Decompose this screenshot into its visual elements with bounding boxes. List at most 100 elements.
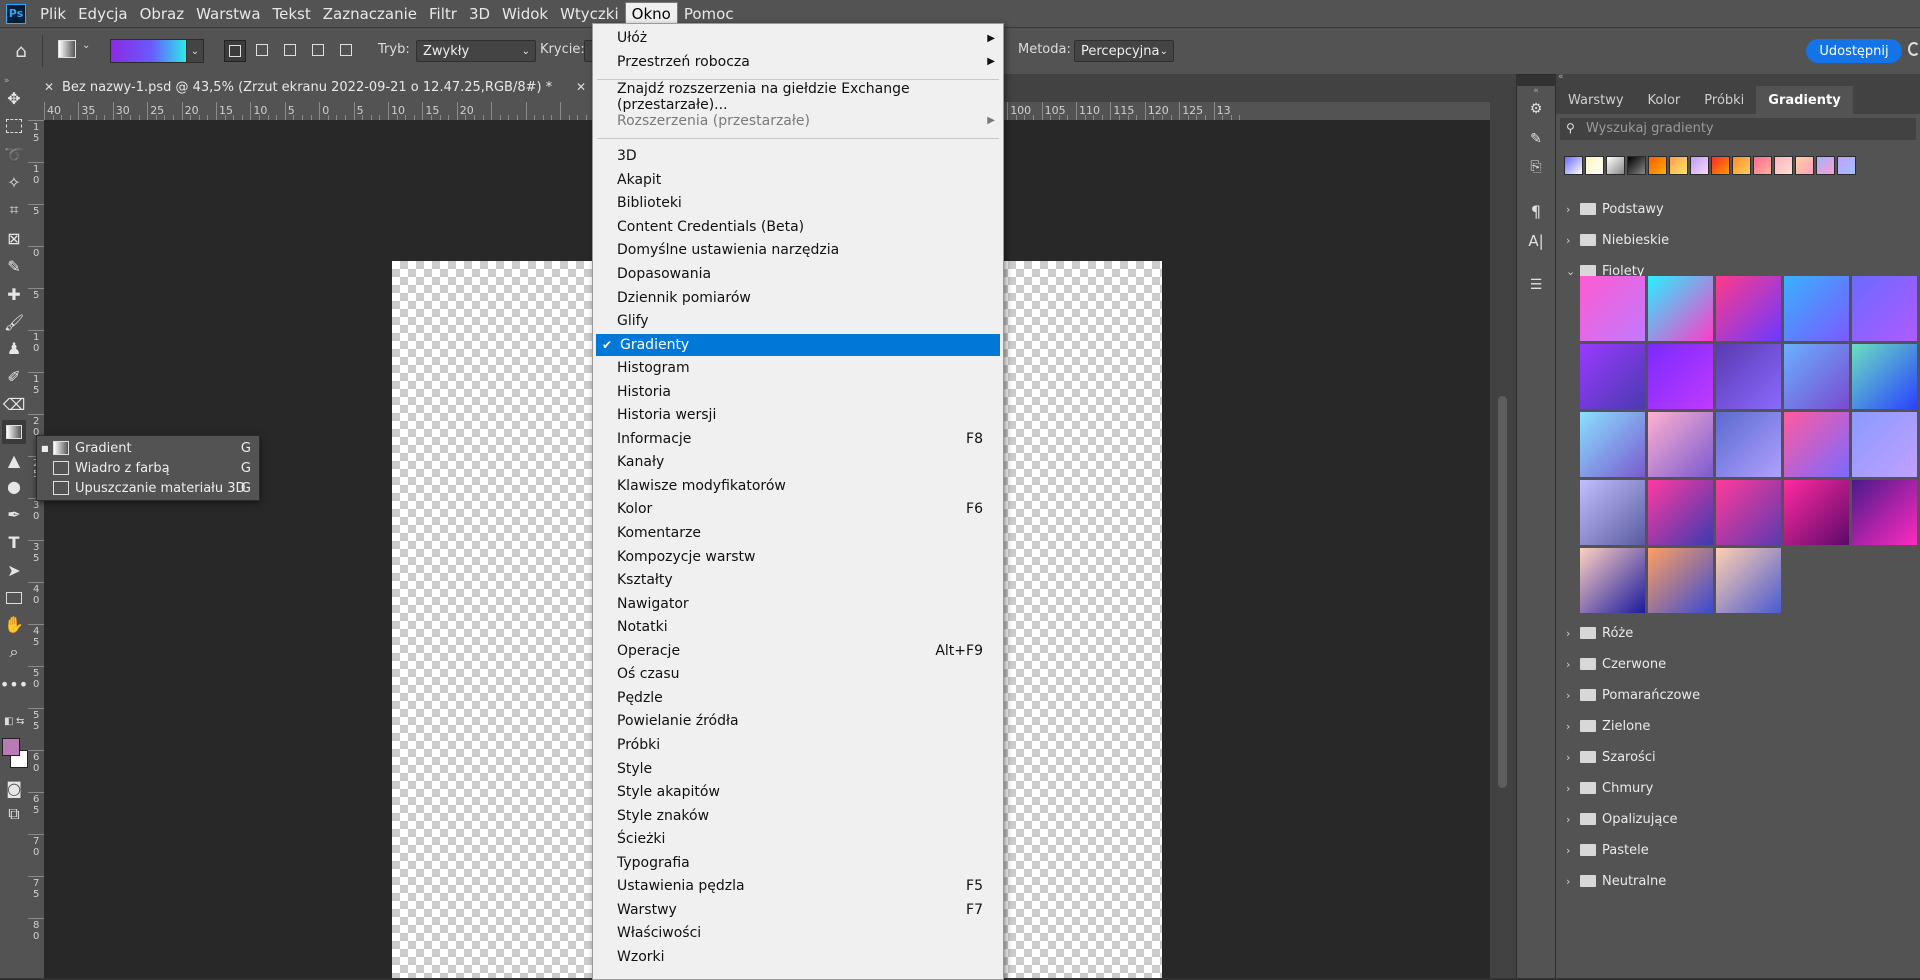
gradient-swatch[interactable] bbox=[1580, 548, 1645, 613]
close-icon[interactable]: ✕ bbox=[44, 80, 54, 94]
gradient-folder-pomaranczowe[interactable]: › Pomarańczowe bbox=[1556, 684, 1920, 706]
recent-gradient-swatch[interactable] bbox=[1669, 156, 1688, 175]
collapse-arrows-icon[interactable]: « bbox=[1517, 86, 1555, 96]
more-tools-icon[interactable]: ••• bbox=[0, 672, 28, 696]
gradient-swatch[interactable] bbox=[1852, 412, 1917, 477]
brush-tool-icon[interactable]: 🖌 bbox=[2, 310, 26, 334]
menu-item-gradienty[interactable]: ✔ Gradienty bbox=[596, 333, 1000, 356]
gradient-search-box[interactable]: ⚲ Wyszukaj gradienty bbox=[1560, 118, 1916, 140]
menu-filtr[interactable]: Filtr bbox=[423, 3, 463, 25]
menu-item-klawisze-modyfikatorow[interactable]: Klawisze modyfikatorów bbox=[593, 475, 1003, 497]
clone-source-icon[interactable]: ⎘ bbox=[1524, 156, 1548, 178]
menu-item-style-znakow[interactable]: Style znaków bbox=[593, 805, 1003, 827]
brush-settings-icon[interactable]: ✎ bbox=[1524, 128, 1548, 150]
gradient-folder-neutralne[interactable]: › Neutralne bbox=[1556, 870, 1920, 892]
menu-item-dopasowania[interactable]: Dopasowania bbox=[593, 263, 1003, 285]
foreground-color-swatch[interactable] bbox=[2, 738, 20, 756]
history-brush-tool-icon[interactable]: ✐ bbox=[2, 364, 26, 388]
recent-gradient-swatch[interactable] bbox=[1648, 156, 1667, 175]
gradient-tool-icon[interactable] bbox=[2, 420, 26, 444]
eraser-tool-icon[interactable]: ⌫ bbox=[2, 392, 26, 416]
gradient-folder-podstawy[interactable]: › Podstawy bbox=[1556, 198, 1920, 220]
recent-gradient-swatch[interactable] bbox=[1774, 156, 1793, 175]
menu-item-przestrzen-robocza[interactable]: Przestrzeń robocza ▶ bbox=[593, 51, 1003, 73]
recent-gradient-swatch[interactable] bbox=[1585, 156, 1604, 175]
menu-item-historia-wersji[interactable]: Historia wersji bbox=[593, 404, 1003, 426]
menu-zaznaczanie[interactable]: Zaznaczanie bbox=[317, 3, 423, 25]
panel-tab-gradienty[interactable]: Gradienty bbox=[1756, 86, 1853, 114]
menu-widok[interactable]: Widok bbox=[496, 3, 554, 25]
path-selection-tool-icon[interactable]: ➤ bbox=[2, 558, 26, 582]
angle-gradient-button[interactable] bbox=[280, 40, 300, 60]
recent-gradient-swatch[interactable] bbox=[1606, 156, 1625, 175]
character-icon[interactable]: A| bbox=[1524, 230, 1548, 252]
gradient-swatch[interactable] bbox=[1784, 412, 1849, 477]
diamond-gradient-button[interactable] bbox=[336, 40, 356, 60]
gradient-swatch[interactable] bbox=[1852, 480, 1917, 545]
recent-gradient-swatch[interactable] bbox=[1816, 156, 1835, 175]
scrollbar-thumb[interactable] bbox=[1498, 396, 1507, 788]
menu-item-powielanie-zrod-a[interactable]: Powielanie źródła bbox=[593, 710, 1003, 732]
gradient-folder-pastele[interactable]: › Pastele bbox=[1556, 839, 1920, 861]
paragraph-icon[interactable]: ¶ bbox=[1524, 200, 1548, 222]
home-icon[interactable]: ⌂ bbox=[8, 38, 34, 64]
menu-item-operacje[interactable]: Operacje Alt+F9 bbox=[593, 640, 1003, 662]
menu-item-komentarze[interactable]: Komentarze bbox=[593, 522, 1003, 544]
gradient-swatch[interactable] bbox=[1716, 412, 1781, 477]
gradient-swatch[interactable] bbox=[1716, 480, 1781, 545]
menu-item-warstwy[interactable]: Warstwy F7 bbox=[593, 899, 1003, 921]
gradient-swatch[interactable] bbox=[1580, 480, 1645, 545]
gradient-swatch[interactable] bbox=[1580, 412, 1645, 477]
menu-item-sciezki[interactable]: Ścieżki bbox=[593, 828, 1003, 850]
menu-wtyczki[interactable]: Wtyczki bbox=[554, 3, 625, 25]
menu-item-notatki[interactable]: Notatki bbox=[593, 616, 1003, 638]
gradient-swatch[interactable] bbox=[1716, 548, 1781, 613]
flyout-item[interactable]: Upuszczanie materiału 3D G bbox=[37, 478, 259, 498]
recent-gradient-swatch[interactable] bbox=[1732, 156, 1751, 175]
menu-item-histogram[interactable]: Histogram bbox=[593, 357, 1003, 379]
menu-warstwa[interactable]: Warstwa bbox=[190, 3, 266, 25]
close-icon[interactable]: ✕ bbox=[576, 80, 586, 94]
menu-item-glify[interactable]: Glify bbox=[593, 310, 1003, 332]
menu-item-style[interactable]: Style bbox=[593, 758, 1003, 780]
menu-plik[interactable]: Plik bbox=[34, 3, 72, 25]
rectangle-tool-icon[interactable] bbox=[2, 586, 26, 610]
search-icon[interactable] bbox=[1908, 42, 1920, 56]
radial-gradient-button[interactable] bbox=[252, 40, 272, 60]
reflected-gradient-button[interactable] bbox=[308, 40, 328, 60]
gradient-swatch[interactable] bbox=[1784, 276, 1849, 341]
chevron-down-icon[interactable]: ⌄ bbox=[82, 40, 90, 51]
menu-item-typografia[interactable]: Typografia bbox=[593, 852, 1003, 874]
menu-item-kszta-ty[interactable]: Kształty bbox=[593, 569, 1003, 591]
collapse-arrows-icon[interactable]: « bbox=[1558, 72, 1564, 82]
menu-pomoc[interactable]: Pomoc bbox=[678, 3, 740, 25]
gradient-folder-chmury[interactable]: › Chmury bbox=[1556, 777, 1920, 799]
dodge-tool-icon[interactable]: ● bbox=[2, 474, 26, 498]
gradient-folder-niebieskie[interactable]: › Niebieskie bbox=[1556, 229, 1920, 251]
gradient-swatch[interactable] bbox=[1716, 276, 1781, 341]
lasso-tool-icon[interactable]: ➰ bbox=[2, 142, 26, 166]
marquee-tool-icon[interactable] bbox=[2, 114, 26, 138]
recent-gradient-swatch[interactable] bbox=[1690, 156, 1709, 175]
menu-item-kolor[interactable]: Kolor F6 bbox=[593, 498, 1003, 520]
swap-colors-icon[interactable]: ⇆ bbox=[16, 716, 24, 727]
menu-item-os-czasu[interactable]: Oś czasu bbox=[593, 663, 1003, 685]
menu-item-probki[interactable]: Próbki bbox=[593, 734, 1003, 756]
menu-item-w-asciwosci[interactable]: Właściwości bbox=[593, 922, 1003, 944]
menu-3d[interactable]: 3D bbox=[463, 3, 496, 25]
menu-item-biblioteki[interactable]: Biblioteki bbox=[593, 192, 1003, 214]
crop-tool-icon[interactable]: ⌗ bbox=[2, 198, 26, 222]
gradient-dropdown-arrow[interactable]: ⌄ bbox=[186, 39, 204, 63]
recent-gradient-swatch[interactable] bbox=[1564, 156, 1583, 175]
gradient-folder-roze[interactable]: › Róże bbox=[1556, 622, 1920, 644]
menu-tekst[interactable]: Tekst bbox=[267, 3, 317, 25]
menu-item-nawigator[interactable]: Nawigator bbox=[593, 593, 1003, 615]
recent-gradient-swatch[interactable] bbox=[1627, 156, 1646, 175]
quick-mask-icon[interactable]: ◙ bbox=[2, 776, 26, 800]
panel-tab-probki[interactable]: Próbki bbox=[1692, 86, 1756, 114]
gradient-folder-opalizujace[interactable]: › Opalizujące bbox=[1556, 808, 1920, 830]
gradient-swatch[interactable] bbox=[1648, 548, 1713, 613]
zoom-tool-icon[interactable]: ⌕ bbox=[2, 640, 26, 664]
gradient-swatch[interactable] bbox=[1648, 344, 1713, 409]
gradient-swatch[interactable] bbox=[1648, 276, 1713, 341]
